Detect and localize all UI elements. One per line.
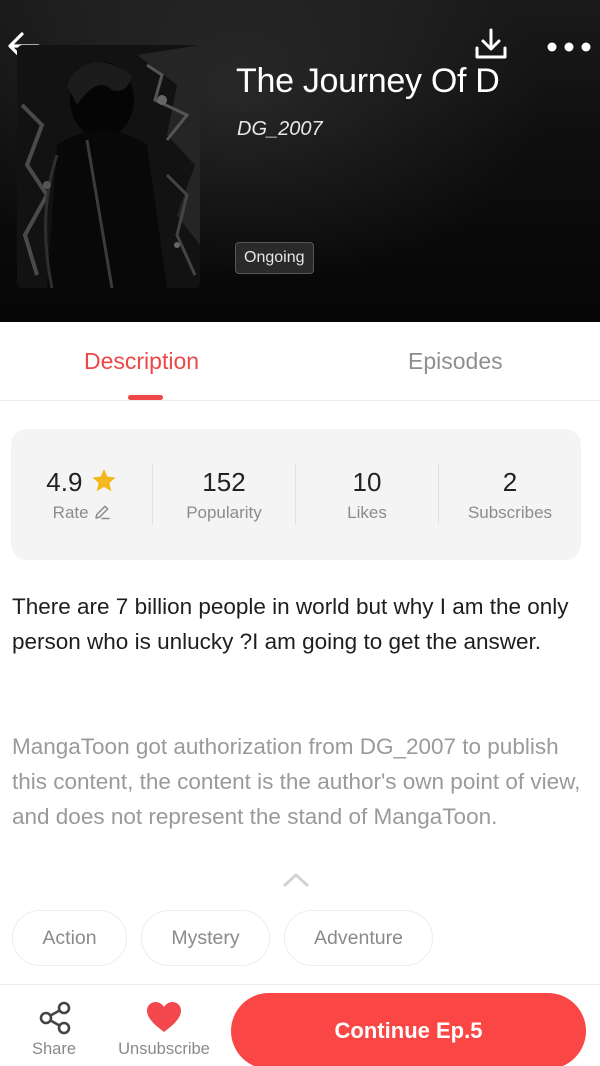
tag-mystery[interactable]: Mystery: [141, 910, 270, 966]
continue-reading-button[interactable]: Continue Ep.5: [231, 993, 586, 1066]
author-name[interactable]: DG_2007: [237, 118, 323, 141]
share-label: Share: [31, 1040, 77, 1058]
rating-label-row: Rate: [11, 503, 153, 523]
rating-value-row: 4.9: [11, 467, 153, 498]
more-options-button[interactable]: [544, 32, 592, 62]
tag-action[interactable]: Action: [12, 910, 127, 966]
share-icon: [39, 1001, 71, 1035]
rating-value: 4.9: [46, 467, 83, 497]
pencil-icon: [95, 505, 111, 520]
unsubscribe-button[interactable]: Unsubscribe: [112, 985, 216, 1066]
cover-image: [17, 45, 200, 288]
share-button[interactable]: Share: [20, 985, 88, 1066]
popularity-label: Popularity: [186, 503, 262, 522]
likes-value: 10: [352, 467, 382, 497]
heart-icon: [147, 1002, 181, 1032]
rating-label: Rate: [52, 503, 89, 522]
header: The Journey Of D DG_2007 Ongoing: [0, 0, 600, 322]
stat-rating[interactable]: 4.9 Rate: [11, 429, 153, 560]
authorization-notice: MangaToon got authorization from DG_2007…: [12, 734, 581, 829]
tab-bar: Description Episodes: [0, 322, 600, 401]
stat-likes: 10 Likes: [296, 429, 438, 560]
likes-label: Likes: [347, 503, 387, 522]
tab-episodes[interactable]: Episodes: [408, 348, 503, 375]
status-badge: Ongoing: [235, 242, 314, 274]
unsubscribe-label: Unsubscribe: [118, 1040, 210, 1058]
stats-card: 4.9 Rate 152 Popularity 10 Likes 2 Subsc…: [11, 429, 581, 560]
collapse-button[interactable]: [282, 870, 310, 890]
subscribes-value: 2: [502, 467, 518, 497]
popularity-value: 152: [202, 467, 246, 497]
stat-subscribes: 2 Subscribes: [439, 429, 581, 560]
star-icon: [91, 469, 116, 492]
comic-title: The Journey Of D: [236, 62, 500, 100]
active-tab-indicator: [128, 395, 163, 400]
description-text: There are 7 billion people in world but …: [12, 594, 569, 654]
download-icon: [475, 28, 507, 59]
chevron-up-icon: [283, 873, 309, 887]
tag-adventure[interactable]: Adventure: [284, 910, 433, 966]
subscribes-label: Subscribes: [467, 503, 553, 522]
stat-popularity: 152 Popularity: [153, 429, 295, 560]
bottom-action-bar: Share Unsubscribe Continue Ep.5: [0, 984, 600, 1066]
more-dots-icon: [547, 42, 591, 52]
download-button[interactable]: [472, 26, 510, 66]
tab-description[interactable]: Description: [84, 348, 199, 375]
